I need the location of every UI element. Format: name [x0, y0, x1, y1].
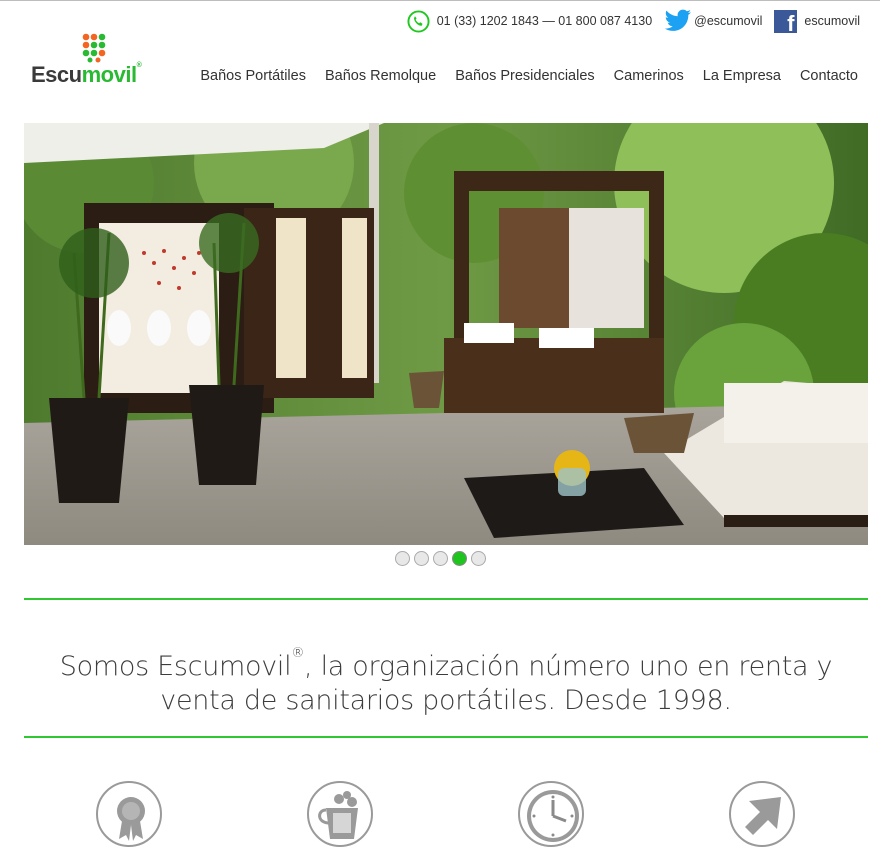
award-badge-icon[interactable] [96, 781, 162, 847]
tagline-before: Somos Escumovil [59, 651, 292, 682]
slider-dots [395, 551, 490, 566]
slider-dot-5[interactable] [471, 551, 486, 566]
slider-dot-2[interactable] [414, 551, 429, 566]
logo-part-escu: Escu [31, 62, 82, 87]
main-nav: Baños Portátiles Baños Remolque Baños Pr… [200, 68, 858, 84]
tagline-registered: ® [291, 646, 305, 661]
twitter-link[interactable]: @escumovil [664, 9, 762, 33]
nav-banos-portatiles[interactable]: Baños Portátiles [200, 68, 306, 84]
escumovil-logo[interactable]: Escumovil® [31, 33, 161, 88]
clock-icon[interactable] [518, 781, 584, 847]
nav-banos-presidenciales[interactable]: Baños Presidenciales [455, 68, 594, 84]
logo-dots-icon [82, 33, 106, 63]
logo-registered: ® [136, 62, 142, 69]
hero-slide-image[interactable] [24, 123, 868, 545]
facebook-link[interactable]: f escumovil [774, 9, 860, 34]
twitter-handle: @escumovil [694, 14, 763, 28]
nav-banos-remolque[interactable]: Baños Remolque [325, 68, 436, 84]
logo-wordmark: Escumovil® [31, 62, 142, 88]
nav-camerinos[interactable]: Camerinos [614, 68, 684, 84]
company-tagline: Somos Escumovil®, la organización número… [24, 645, 868, 718]
phone-contact[interactable]: 01 (33) 1202 1843 — 01 800 087 4130 [407, 9, 653, 33]
nav-la-empresa[interactable]: La Empresa [703, 68, 781, 84]
nav-contacto[interactable]: Contacto [800, 68, 858, 84]
divider-bottom [24, 736, 868, 738]
facebook-icon: f [774, 9, 798, 34]
features-row [0, 781, 880, 855]
top-border [0, 0, 880, 1]
slider-dot-4[interactable] [452, 551, 467, 566]
phone-icon [407, 9, 430, 33]
cleaning-bucket-icon[interactable] [307, 781, 373, 847]
logo-part-movil: movil [81, 62, 137, 87]
contact-bar: 01 (33) 1202 1843 — 01 800 087 4130 @esc… [407, 9, 860, 34]
slider-dot-3[interactable] [433, 551, 448, 566]
twitter-icon [664, 9, 692, 31]
phone-numbers: 01 (33) 1202 1843 — 01 800 087 4130 [436, 14, 653, 28]
facebook-handle: escumovil [804, 14, 860, 28]
arrow-icon[interactable] [729, 781, 795, 847]
slider-dot-1[interactable] [395, 551, 410, 566]
divider-top [24, 598, 868, 600]
